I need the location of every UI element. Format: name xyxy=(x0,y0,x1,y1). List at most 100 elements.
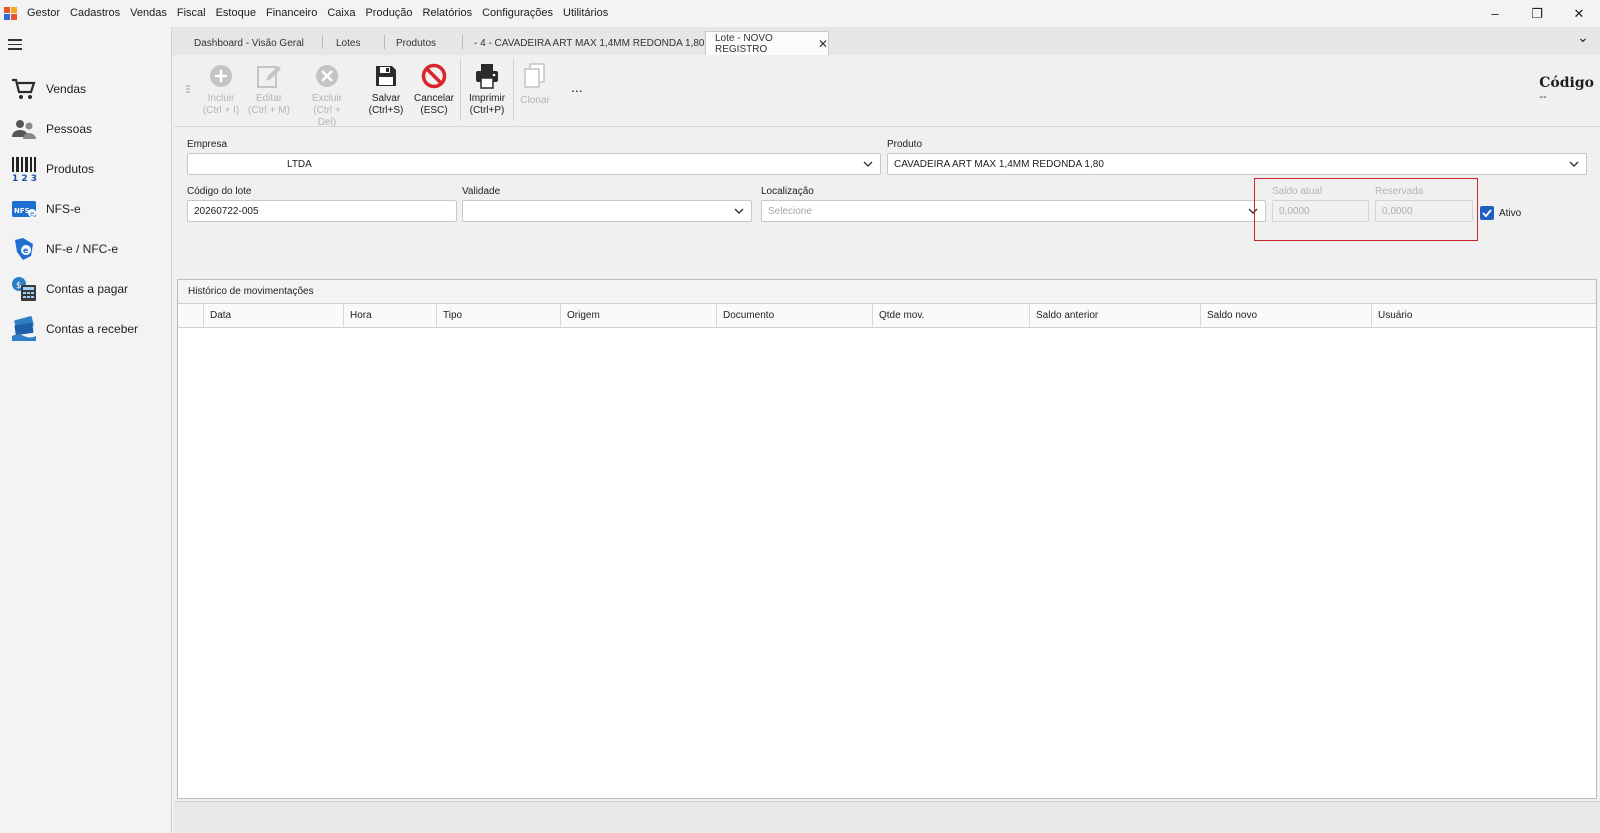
localizacao-placeholder: Selecione xyxy=(768,205,812,217)
localizacao-select[interactable]: Selecione xyxy=(761,200,1266,222)
app-logo-icon xyxy=(4,6,18,21)
chevron-down-icon xyxy=(863,161,873,167)
close-window-button[interactable]: ✕ xyxy=(1558,0,1600,27)
menu-utilitarios[interactable]: Utilitários xyxy=(558,0,613,27)
codigo-lote-input[interactable]: 20260722-005 xyxy=(187,200,457,222)
sidebar-item-label: Contas a receber xyxy=(46,322,139,336)
sidebar-item-contas-receber[interactable]: Contas a receber xyxy=(10,311,168,347)
delete-circle-icon xyxy=(314,63,340,89)
tab-lote-novo-registro[interactable]: Lote - NOVO REGISTRO ✕ xyxy=(705,31,829,55)
cancelar-label: Cancelar xyxy=(413,93,455,104)
incluir-label: Incluir xyxy=(207,93,235,104)
excluir-shortcut: (Ctrl + Del) xyxy=(313,105,341,128)
ativo-label: Ativo xyxy=(1499,208,1522,219)
imprimir-button[interactable]: Imprimir (Ctrl+P) xyxy=(463,63,511,117)
hamburger-menu-icon[interactable] xyxy=(8,39,22,50)
toolbar: Incluir (Ctrl + I) Editar (Ctrl + M) Exc… xyxy=(174,55,1600,129)
tab-produto-cavadeira[interactable]: - 4 - CAVADEIRA ART MAX 1,4MM REDONDA 1,… xyxy=(460,31,704,55)
produto-value: CAVADEIRA ART MAX 1,4MM REDONDA 1,80 xyxy=(894,158,1104,170)
codigo-value: -- xyxy=(1539,91,1547,103)
chevron-down-icon xyxy=(734,208,744,214)
produto-select[interactable]: CAVADEIRA ART MAX 1,4MM REDONDA 1,80 xyxy=(887,153,1587,175)
column-header-origem[interactable]: Origem xyxy=(560,304,716,328)
cancelar-button[interactable]: Cancelar (ESC) xyxy=(410,63,458,117)
editar-shortcut: (Ctrl + M) xyxy=(248,105,290,116)
sidebar-item-nfe[interactable]: e NF-e / NFC-e xyxy=(10,231,168,267)
tab-label: Lotes xyxy=(336,37,361,49)
sidebar-item-nfse[interactable]: NFS e NFS-e xyxy=(10,191,168,227)
clone-icon xyxy=(522,63,548,89)
lote-form: Empresa LTDA Produto CAVADEIRA ART MAX 1… xyxy=(174,128,1600,276)
excluir-button[interactable]: Excluir (Ctrl + Del) xyxy=(303,63,351,129)
menu-relatorios[interactable]: Relatórios xyxy=(418,0,478,27)
sidebar-item-contas-pagar[interactable]: $ Contas a pagar xyxy=(10,271,168,307)
column-header-documento[interactable]: Documento xyxy=(716,304,872,328)
nfse-icon: NFS e xyxy=(10,195,38,223)
tab-label: Dashboard - Visão Geral xyxy=(194,37,304,49)
menu-fiscal[interactable]: Fiscal xyxy=(172,0,211,27)
clonar-label: Clonar xyxy=(520,95,550,106)
highlight-box xyxy=(1254,178,1478,241)
minimize-button[interactable]: – xyxy=(1474,0,1516,27)
sidebar-item-pessoas[interactable]: Pessoas xyxy=(10,111,168,147)
svg-text:e: e xyxy=(23,246,29,255)
menu-configuracoes[interactable]: Configurações xyxy=(477,0,558,27)
excluir-label: Excluir xyxy=(311,93,342,104)
menu-estoque[interactable]: Estoque xyxy=(211,0,261,27)
tab-lotes[interactable]: Lotes xyxy=(322,31,360,55)
column-header-saldo-novo[interactable]: Saldo novo xyxy=(1200,304,1371,328)
menu-gestor[interactable]: Gestor xyxy=(22,0,65,27)
close-tab-icon[interactable]: ✕ xyxy=(818,37,828,51)
clonar-button[interactable]: Clonar xyxy=(511,63,559,107)
tab-overflow-icon[interactable]: ⌄ xyxy=(1577,29,1589,46)
sidebar-item-label: Vendas xyxy=(46,82,87,96)
salvar-button[interactable]: Salvar (Ctrl+S) xyxy=(362,63,410,117)
menu-financeiro[interactable]: Financeiro xyxy=(261,0,322,27)
svg-text:1 2 3: 1 2 3 xyxy=(12,174,37,182)
column-header-hora[interactable]: Hora xyxy=(343,304,436,328)
chevron-down-icon xyxy=(1569,161,1579,167)
validade-date-picker[interactable] xyxy=(462,200,752,222)
grip-handle-icon[interactable] xyxy=(186,85,190,95)
imprimir-shortcut: (Ctrl+P) xyxy=(469,105,505,116)
tab-label: - 4 - CAVADEIRA ART MAX 1,4MM REDONDA 1,… xyxy=(474,37,705,49)
incluir-button[interactable]: Incluir (Ctrl + I) xyxy=(197,63,245,117)
menu-cadastros[interactable]: Cadastros xyxy=(65,0,125,27)
sidebar-item-vendas[interactable]: Vendas xyxy=(10,71,168,107)
tab-dashboard[interactable]: Dashboard - Visão Geral xyxy=(180,31,304,55)
localizacao-label: Localização xyxy=(761,186,814,197)
more-options-button[interactable]: ... xyxy=(571,79,583,95)
column-header-tipo[interactable]: Tipo xyxy=(436,304,560,328)
svg-text:$: $ xyxy=(16,281,22,291)
sidebar-item-produtos[interactable]: 1 2 3 Produtos xyxy=(10,151,168,187)
menu-caixa[interactable]: Caixa xyxy=(322,0,360,27)
editar-button[interactable]: Editar (Ctrl + M) xyxy=(245,63,293,117)
restore-button[interactable]: ❐ xyxy=(1516,0,1558,27)
cart-icon xyxy=(10,75,38,103)
imprimir-label: Imprimir xyxy=(468,93,506,104)
empresa-select[interactable]: LTDA xyxy=(187,153,881,175)
plus-circle-icon xyxy=(208,63,234,89)
produto-label: Produto xyxy=(887,139,923,150)
sidebar-item-label: Contas a pagar xyxy=(46,282,129,296)
nfe-icon: e xyxy=(10,235,38,263)
column-header-data[interactable]: Data xyxy=(203,304,343,328)
tab-label: Lote - NOVO REGISTRO xyxy=(715,32,773,55)
barcode-icon: 1 2 3 xyxy=(10,155,38,183)
menu-vendas[interactable]: Vendas xyxy=(125,0,172,27)
empresa-value: LTDA xyxy=(287,158,312,170)
sidebar: Vendas Pessoas 1 2 3 Produtos NFS e NFS-e… xyxy=(0,27,172,833)
ativo-checkbox[interactable] xyxy=(1480,206,1494,220)
people-icon xyxy=(10,115,38,143)
column-header-saldo-anterior[interactable]: Saldo anterior xyxy=(1029,304,1200,328)
svg-text:NFS: NFS xyxy=(14,207,30,215)
tab-produtos[interactable]: Produtos xyxy=(382,31,436,55)
incluir-shortcut: (Ctrl + I) xyxy=(202,105,240,116)
menu-producao[interactable]: Produção xyxy=(360,0,417,27)
column-header-qtde-mov[interactable]: Qtde mov. xyxy=(872,304,1029,328)
historico-header: Data Hora Tipo Origem Documento Qtde mov… xyxy=(178,304,1596,328)
historico-title: Histórico de movimentações xyxy=(178,280,1596,304)
empresa-label: Empresa xyxy=(187,139,228,150)
column-header-usuario[interactable]: Usuário xyxy=(1371,304,1596,328)
cancelar-shortcut: (ESC) xyxy=(420,105,448,116)
